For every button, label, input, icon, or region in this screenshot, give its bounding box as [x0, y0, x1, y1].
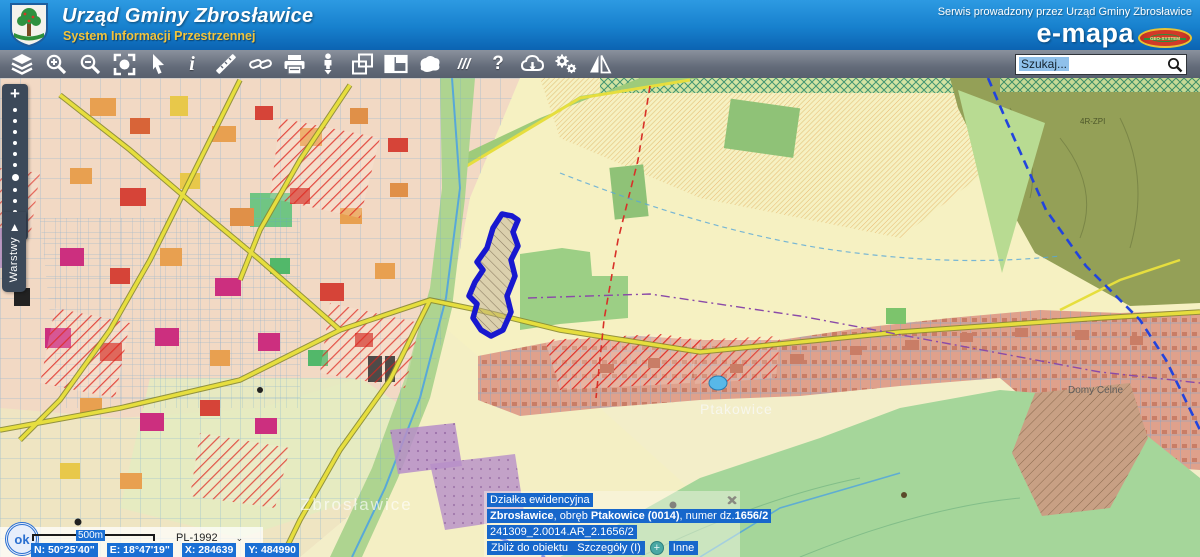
zoom-in-button[interactable]: +	[10, 86, 20, 102]
cloud-download-icon	[520, 54, 545, 74]
toolbar-button-layers[interactable]	[5, 51, 39, 77]
coord-n: N: 50°25'40"	[31, 543, 98, 557]
map-label-domy-celne: Domy Celne	[1068, 385, 1123, 396]
layout-panels-icon	[384, 54, 408, 74]
page-title: Urząd Gminy Zbrosławice	[62, 5, 313, 28]
municipality-crest	[10, 3, 48, 47]
parcel-description: Zbrosławice, obręb Ptakowice (0014), num…	[487, 509, 771, 523]
app-window: Urząd Gminy Zbrosławice System Informacj…	[0, 0, 1200, 557]
toolbar-button-hatch[interactable]: ///	[447, 51, 481, 77]
zoom-out-icon	[79, 53, 102, 76]
zoom-level-dot[interactable]	[13, 163, 17, 167]
search-value: Szukaj...	[1019, 57, 1069, 71]
page-subtitle: System Informacji Przestrzennej	[63, 29, 255, 43]
compare-icon	[588, 54, 612, 74]
chevron-down-icon: ⌄	[236, 533, 244, 543]
search-icon[interactable]	[1167, 57, 1183, 73]
close-icon[interactable]: ✕	[726, 493, 737, 509]
service-note: Serwis prowadzony przez Urząd Gminy Zbro…	[938, 6, 1192, 18]
coord-e: E: 18°47'19"	[107, 543, 173, 557]
toolbar-button-pointer[interactable]	[141, 51, 175, 77]
zoom-level-dot-current[interactable]	[12, 174, 19, 181]
layers-icon	[10, 53, 34, 75]
help-icon: ?	[492, 53, 504, 75]
zoom-level-dot[interactable]	[13, 188, 17, 192]
info-icon: i	[189, 53, 195, 76]
toolbar-button-settings[interactable]	[549, 51, 583, 77]
zoom-level-dots	[12, 108, 19, 214]
zoom-level-dot[interactable]	[13, 130, 17, 134]
geosystem-badge: GEO-SYSTEM	[1138, 28, 1192, 48]
zoom-level-dot[interactable]	[13, 141, 17, 145]
map-label-zone-code: 4R-ZPI	[1080, 117, 1105, 126]
parcel-info-popup: ✕ Działka ewidencyjna Zbrosławice, obręb…	[484, 491, 740, 557]
scale-label: 500m	[76, 530, 105, 541]
zoom-level-dot[interactable]	[13, 152, 17, 156]
settings-icon	[554, 53, 578, 75]
toolbar-button-measure[interactable]	[209, 51, 243, 77]
toolbar-button-link[interactable]	[243, 51, 277, 77]
measure-icon	[215, 53, 237, 75]
coord-y: Y: 484990	[245, 543, 299, 557]
zoom-to-object-link[interactable]: Zbliż do obiektu Szczegóły (I)	[487, 541, 645, 555]
toolbar-button-street-view[interactable]	[311, 51, 345, 77]
copy-frames-icon	[351, 53, 374, 75]
layers-panel-tab[interactable]: ▶ Warstwy	[2, 212, 26, 292]
plus-circle-icon[interactable]: +	[650, 541, 664, 555]
toolbar-button-full-extent[interactable]	[107, 51, 141, 77]
ok-logo-text: ok	[14, 532, 29, 547]
parcel-id: 241309_2.0014.AR_2.1656/2	[487, 525, 637, 539]
toolbar-button-zoom-out[interactable]	[73, 51, 107, 77]
link-icon	[249, 54, 272, 74]
other-link[interactable]: Inne	[669, 541, 698, 555]
toolbar: i	[0, 50, 1200, 78]
coord-x: X: 284639	[182, 543, 236, 557]
full-extent-icon	[113, 53, 136, 76]
map-label-zbroslawice: Zbrosławice	[300, 495, 413, 514]
map-label-ptakowice: Ptakowice	[700, 401, 773, 417]
zoom-level-dot[interactable]	[13, 199, 17, 203]
toolbar-button-zoom-in[interactable]	[39, 51, 73, 77]
popup-title: Działka ewidencyjna	[487, 493, 593, 507]
polygon-note-icon	[418, 54, 442, 74]
toolbar-button-print[interactable]	[277, 51, 311, 77]
emapa-logo[interactable]: e-mapa	[1036, 18, 1134, 49]
coordinate-readout: N: 50°25'40" E: 18°47'19" X: 284639 Y: 4…	[31, 543, 299, 557]
search-input[interactable]: Szukaj...	[1015, 54, 1187, 75]
pointer-icon	[148, 53, 168, 75]
toolbar-button-compare[interactable]	[583, 51, 617, 77]
map-canvas[interactable]: Ptakowice Zbrosławice Domy Celne 4R-ZPI	[0, 78, 1200, 557]
toolbar-button-copy-frames[interactable]	[345, 51, 379, 77]
zoom-level-dot[interactable]	[13, 119, 17, 123]
toolbar-button-cloud-download[interactable]	[515, 51, 549, 77]
street-view-icon	[320, 53, 336, 75]
toolbar-button-polygon-note[interactable]	[413, 51, 447, 77]
toolbar-button-layout-panels[interactable]	[379, 51, 413, 77]
hatch-icon: ///	[458, 56, 471, 73]
zoom-level-dot[interactable]	[13, 108, 17, 112]
chevron-expand-icon: ▶	[8, 224, 19, 231]
header-bar: Urząd Gminy Zbrosławice System Informacj…	[0, 0, 1200, 50]
zoom-in-icon	[45, 53, 68, 76]
layers-tab-label: Warstwy	[8, 237, 20, 282]
toolbar-button-info[interactable]: i	[175, 51, 209, 77]
toolbar-button-help[interactable]: ?	[481, 51, 515, 77]
print-icon	[283, 54, 306, 75]
details-link[interactable]: Szczegóły (I)	[577, 542, 641, 554]
